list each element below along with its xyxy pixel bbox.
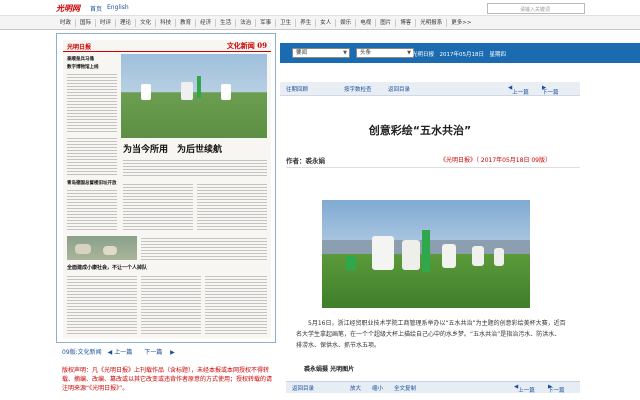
paper-text-block xyxy=(141,236,267,260)
prev-issue-link[interactable]: 往期回顾 xyxy=(286,85,308,93)
nav-item[interactable]: 光明报系 xyxy=(416,19,448,27)
next-article-bottom[interactable]: 下一篇 ▶ xyxy=(548,384,565,394)
nav-item[interactable]: 教育 xyxy=(176,19,197,27)
nav-item[interactable]: 电视 xyxy=(356,19,377,27)
browse-link[interactable]: 按字数检查 xyxy=(344,85,372,93)
nav-item[interactable]: 时政 xyxy=(56,19,77,27)
prev-article-link-left[interactable]: ◀ 上一篇 xyxy=(108,347,139,356)
paper-logo: 光明日报 xyxy=(67,44,92,51)
paper-text-block xyxy=(123,158,267,178)
paper-section-label: 文化新闻 09 xyxy=(226,41,267,50)
nav-item[interactable]: 养生 xyxy=(296,19,317,27)
zoom-out-button[interactable]: 缩小 xyxy=(372,384,383,392)
bottom-toolbar: 返回目录 放大 缩小 全文复制 ◀ 上一篇 下一篇 ▶ xyxy=(286,381,580,394)
article-source: 《光明日报》（ 2017年05月18日 09版） xyxy=(440,157,551,164)
paper-headline-left1b[interactable]: 数字博物馆上线 xyxy=(67,64,99,70)
chevron-down-icon: ▼ xyxy=(343,50,347,56)
article-toolbar: 往期回顾 按字数检查 返回目录 ◀ 上一篇 下一篇 ▶ xyxy=(280,82,580,96)
paper-headline-left1[interactable]: 泰顺垒兵马俑 xyxy=(67,56,94,62)
nav-item[interactable]: 科技 xyxy=(156,19,177,27)
main-nav: 时政 国际 时评 理论 文化 科技 教育 经济 生活 法治 军事 卫生 养生 女人 娱乐 电视 图片 博客 光明报系… xyxy=(0,16,640,30)
newspaper-page-image[interactable]: 光明日报 文化新闻 09 泰顺垒兵马俑 数字博物馆上线 为当今所用 为后世续航 … xyxy=(63,40,271,338)
article-body: 5月16日，浙江经贸职业技术学院工商管理系举办以“五水共治”为主题的创意彩绘美杯… xyxy=(296,320,566,349)
section-select[interactable]: 要闻 ▼ xyxy=(292,48,350,58)
english-link[interactable]: English xyxy=(107,4,129,11)
paper-header: 光明日报 文化新闻 09 xyxy=(63,40,271,52)
paper-text-block xyxy=(123,182,193,232)
prev-article-link[interactable]: ◀ 上一篇 xyxy=(508,85,529,96)
paper-headline-left3[interactable]: 全面建成小康社会，不让一个人掉队 xyxy=(67,264,147,271)
zoom-in-button[interactable]: 放大 xyxy=(350,384,361,392)
nav-item[interactable]: 女人 xyxy=(316,19,337,27)
nav-item[interactable]: 娱乐 xyxy=(336,19,357,27)
page-nav-bar: 09版:文化新闻 ◀ 上一篇 下一篇 ▶ xyxy=(62,344,272,358)
newspaper-page-panel[interactable]: 光明日报 文化新闻 09 泰顺垒兵马俑 数字博物馆上线 为当今所用 为后世续航 … xyxy=(56,33,276,343)
nav-item[interactable]: 军事 xyxy=(256,19,277,27)
divider xyxy=(286,167,580,168)
copy-all-text-button[interactable]: 全文复制 xyxy=(394,384,416,392)
paper-headline-left2[interactable]: 青岛德国总督楼旧址开放 xyxy=(67,180,117,186)
nav-item[interactable]: 生活 xyxy=(216,19,237,27)
top-bar: 光明网 首页 English 请输入关键词 xyxy=(0,0,640,16)
paper-text-block xyxy=(141,274,201,334)
article-photo xyxy=(322,200,530,308)
article-title: 创意彩绘“五水共治” xyxy=(368,124,472,137)
nav-item[interactable]: 更多>> xyxy=(447,19,475,27)
site-logo[interactable]: 光明网 xyxy=(56,3,86,13)
issue-selector-bar: 要闻 ▼ 头条 ▼ 光明日报 2017年05月18日 星期四 xyxy=(280,43,640,63)
paper-text-block xyxy=(67,72,117,132)
nav-item[interactable]: 理论 xyxy=(116,19,137,27)
photo-credit: 裘永娟摄 光明图片 xyxy=(304,366,355,373)
back-to-contents-link[interactable]: 返回目录 xyxy=(388,85,410,93)
home-link[interactable]: 首页 xyxy=(90,4,102,13)
nav-item[interactable]: 卫生 xyxy=(276,19,297,27)
paper-text-block xyxy=(205,274,267,334)
paper-text-block xyxy=(197,182,267,232)
next-article-link[interactable]: 下一篇 ▶ xyxy=(542,85,559,96)
nav-item[interactable]: 图片 xyxy=(376,19,397,27)
nav-item[interactable]: 博客 xyxy=(396,19,417,27)
paper-headline-main[interactable]: 为当今所用 为后世续航 xyxy=(123,142,222,155)
chevron-down-icon: ▼ xyxy=(407,50,411,56)
nav-item[interactable]: 文化 xyxy=(136,19,157,27)
issue-select[interactable]: 头条 ▼ xyxy=(356,48,414,58)
issue-date: 光明日报 2017年05月18日 星期四 xyxy=(412,52,506,58)
page-label[interactable]: 09版:文化新闻 xyxy=(62,347,102,356)
back-to-contents-bottom[interactable]: 返回目录 xyxy=(292,384,314,392)
paper-text-block xyxy=(67,188,117,232)
nav-item[interactable]: 经济 xyxy=(196,19,217,27)
nav-item[interactable]: 法治 xyxy=(236,19,257,27)
paper-main-photo[interactable] xyxy=(121,54,267,138)
article-author: 作者：裘永娟 xyxy=(286,157,325,165)
nav-item[interactable]: 时评 xyxy=(96,19,117,27)
prev-article-bottom[interactable]: ◀ 上一篇 xyxy=(514,384,535,394)
paper-text-block xyxy=(67,274,137,334)
nav-items: 时政 国际 时评 理论 文化 科技 教育 经济 生活 法治 军事 卫生 养生 女人 娱乐 电视 图片 博客 光明报系… xyxy=(56,16,476,30)
paper-text-block xyxy=(67,136,117,176)
search-input[interactable]: 请输入关键词 xyxy=(487,3,585,14)
next-article-link-left[interactable]: 下一篇 ▶ xyxy=(144,347,175,356)
nav-item[interactable]: 国际 xyxy=(76,19,97,27)
paper-photo-animals[interactable] xyxy=(67,236,137,260)
copyright-disclaimer: 版权声明：凡《光明日报》上刊载作品（含标题），未经本报或本网授权不得转载、摘编、… xyxy=(62,367,273,392)
